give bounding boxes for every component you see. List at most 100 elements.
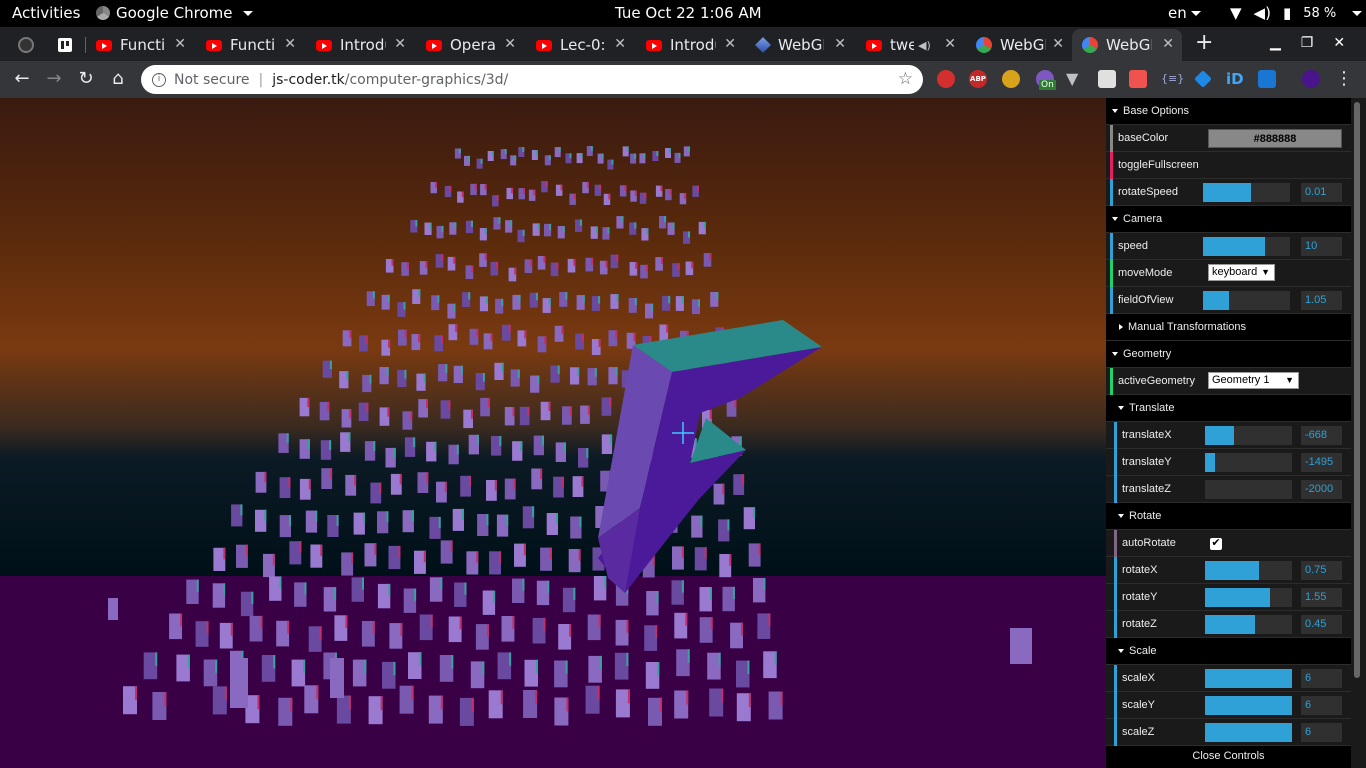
system-tray[interactable]: ▼ ◀) ▮ 58 % bbox=[1230, 4, 1363, 22]
url-path: /computer-graphics/3d/ bbox=[344, 71, 509, 88]
info-icon[interactable]: i bbox=[152, 72, 166, 87]
reload-icon[interactable]: ↻ bbox=[74, 68, 98, 89]
pinned-tab-github[interactable] bbox=[8, 29, 46, 61]
close-icon[interactable]: ✕ bbox=[834, 36, 846, 52]
scaley-slider[interactable] bbox=[1205, 696, 1292, 715]
paw-extension-icon[interactable] bbox=[1002, 70, 1020, 88]
forward-icon[interactable]: → bbox=[42, 68, 66, 89]
rotatespeed-input[interactable]: 0.01 bbox=[1301, 183, 1342, 202]
f-instance-accent bbox=[329, 440, 332, 450]
tab[interactable]: WebGL ✕ bbox=[746, 29, 854, 61]
close-icon[interactable]: ✕ bbox=[174, 36, 186, 52]
close-icon[interactable]: ✕ bbox=[1162, 36, 1174, 52]
translatex-input[interactable]: -668 bbox=[1301, 426, 1342, 445]
minimize-icon[interactable]: ▁ bbox=[1270, 35, 1281, 51]
autorotate-checkbox[interactable]: ✔ bbox=[1210, 538, 1222, 550]
extension-id-icon[interactable]: iD bbox=[1226, 70, 1244, 88]
f-instance-accent bbox=[387, 294, 390, 303]
folder-scale[interactable]: Scale bbox=[1106, 638, 1351, 665]
scalez-slider[interactable] bbox=[1205, 723, 1292, 742]
close-icon[interactable]: ✕ bbox=[614, 36, 626, 52]
new-tab-button[interactable]: + bbox=[1195, 30, 1213, 55]
folder-geometry[interactable]: Geometry bbox=[1106, 341, 1351, 368]
extension-record-icon[interactable] bbox=[1129, 70, 1147, 88]
scalex-slider[interactable] bbox=[1205, 669, 1292, 688]
rotatex-slider[interactable] bbox=[1205, 561, 1292, 580]
speed-input[interactable]: 10 bbox=[1301, 237, 1342, 256]
address-bar[interactable]: i Not secure | js-coder.tk /computer-gra… bbox=[141, 65, 923, 94]
color-picker[interactable]: #888888 bbox=[1208, 129, 1342, 148]
tab-active[interactable]: WebGL ✕ bbox=[1072, 29, 1182, 61]
folder-translate[interactable]: Translate bbox=[1106, 395, 1351, 422]
fieldofview-slider[interactable] bbox=[1203, 291, 1290, 310]
fieldofview-input[interactable]: 1.05 bbox=[1301, 291, 1342, 310]
profile-avatar[interactable] bbox=[1302, 70, 1320, 88]
tab[interactable]: Introdu ✕ bbox=[636, 29, 744, 61]
f-instance-block bbox=[614, 652, 629, 680]
audio-playing-icon[interactable]: ◀) bbox=[918, 39, 931, 52]
close-icon[interactable]: ✕ bbox=[944, 36, 956, 52]
webgl-canvas[interactable] bbox=[0, 98, 1106, 768]
pinned-tab-trello[interactable] bbox=[48, 29, 86, 61]
folder-manual-transformations[interactable]: Manual Transformations bbox=[1106, 314, 1351, 341]
movemode-select[interactable]: keyboard bbox=[1208, 264, 1275, 281]
tab[interactable]: Operat ✕ bbox=[416, 29, 524, 61]
scrollbar-thumb[interactable] bbox=[1354, 102, 1360, 678]
scalez-input[interactable]: 6 bbox=[1301, 723, 1342, 742]
scaley-input[interactable]: 6 bbox=[1301, 696, 1342, 715]
kebab-menu-icon[interactable]: ⋮ bbox=[1332, 68, 1356, 89]
extension-s-icon[interactable] bbox=[1258, 70, 1276, 88]
rotatey-input[interactable]: 1.55 bbox=[1301, 588, 1342, 607]
tab[interactable]: Lec-0: C ✕ bbox=[526, 29, 634, 61]
tab[interactable]: WebGL ✕ bbox=[966, 29, 1072, 61]
scalex-input[interactable]: 6 bbox=[1301, 669, 1342, 688]
rotatez-input[interactable]: 0.45 bbox=[1301, 615, 1342, 634]
control-togglefullscreen[interactable]: toggleFullscreen bbox=[1106, 152, 1351, 179]
close-controls-button[interactable]: Close Controls bbox=[1106, 746, 1351, 768]
translatez-slider[interactable] bbox=[1205, 480, 1292, 499]
close-icon[interactable]: ✕ bbox=[1333, 35, 1345, 51]
f-instance-accent bbox=[264, 509, 267, 521]
f-instance-accent bbox=[448, 400, 451, 410]
tab[interactable]: Functi ✕ bbox=[196, 29, 304, 61]
close-icon[interactable]: ✕ bbox=[394, 36, 406, 52]
rotatez-slider[interactable] bbox=[1205, 615, 1292, 634]
activegeometry-select[interactable]: Geometry 1 bbox=[1208, 372, 1299, 389]
folder-camera[interactable]: Camera bbox=[1106, 206, 1351, 233]
close-icon[interactable]: ✕ bbox=[284, 36, 296, 52]
f-instance-accent bbox=[517, 369, 520, 378]
translatey-slider[interactable] bbox=[1205, 453, 1292, 472]
clock[interactable]: Tue Oct 22 1:06 AM bbox=[615, 4, 762, 22]
rotatespeed-slider[interactable] bbox=[1203, 183, 1290, 202]
translatez-input[interactable]: -2000 bbox=[1301, 480, 1342, 499]
translatey-input[interactable]: -1495 bbox=[1301, 453, 1342, 472]
tab[interactable]: Functi ✕ bbox=[86, 29, 194, 61]
row-accent bbox=[1110, 260, 1113, 287]
app-menu[interactable]: Google Chrome bbox=[96, 4, 253, 22]
speed-slider[interactable] bbox=[1203, 237, 1290, 256]
vue-extension-icon[interactable]: ▼ bbox=[1066, 70, 1084, 88]
home-icon[interactable]: ⌂ bbox=[106, 68, 130, 89]
adblock-plus-icon[interactable]: ABP bbox=[969, 70, 987, 88]
language-indicator[interactable]: en bbox=[1168, 4, 1201, 22]
rotatex-input[interactable]: 0.75 bbox=[1301, 561, 1342, 580]
f-instance-accent bbox=[687, 649, 690, 663]
extension-grid-icon[interactable] bbox=[1098, 70, 1116, 88]
tab[interactable]: twe ◀) ✕ bbox=[856, 29, 964, 61]
close-icon[interactable]: ✕ bbox=[504, 36, 516, 52]
translatex-slider[interactable] bbox=[1205, 426, 1292, 445]
back-icon[interactable]: ← bbox=[10, 68, 34, 89]
tab[interactable]: Introdu ✕ bbox=[306, 29, 414, 61]
folder-base-options[interactable]: Base Options bbox=[1106, 98, 1351, 125]
f-instance-accent bbox=[414, 588, 417, 601]
extension-red-icon[interactable] bbox=[937, 70, 955, 88]
json-extension-icon[interactable]: {≡} bbox=[1161, 70, 1184, 88]
maximize-icon[interactable]: ❐ bbox=[1301, 35, 1314, 51]
activities-button[interactable]: Activities bbox=[12, 4, 80, 22]
gui-scrollbar[interactable] bbox=[1351, 98, 1366, 768]
bookmark-star-icon[interactable]: ☆ bbox=[898, 69, 913, 89]
close-icon[interactable]: ✕ bbox=[724, 36, 736, 52]
folder-rotate[interactable]: Rotate bbox=[1106, 503, 1351, 530]
close-icon[interactable]: ✕ bbox=[1052, 36, 1064, 52]
rotatey-slider[interactable] bbox=[1205, 588, 1292, 607]
